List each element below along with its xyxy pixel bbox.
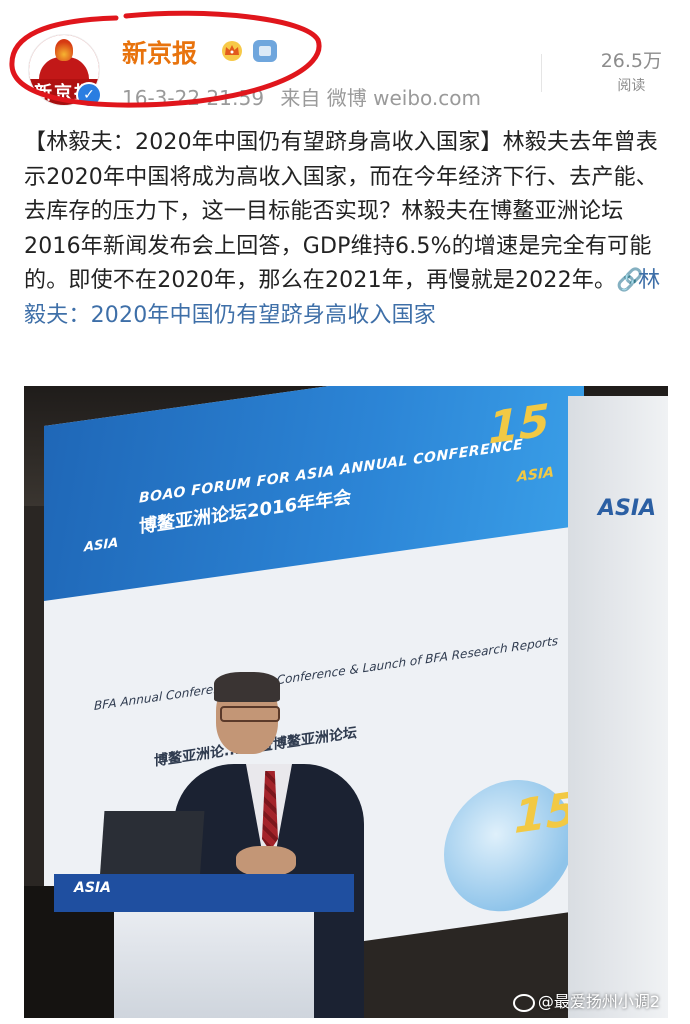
link-icon[interactable]: 🔗 [616, 264, 643, 299]
post-text: 【林毅夫：2020年中国仍有望跻身高收入国家】林毅夫去年曾表示2020年中国将成… [24, 130, 658, 293]
post-meta: 16-3-22 21:59 来自 微博 weibo.com [122, 82, 491, 111]
screen-banner: ASIA BOAO FORUM FOR ASIA ANNUAL CONFEREN… [44, 386, 584, 601]
username[interactable]: 新京报 [122, 34, 197, 70]
read-count-label: 阅读 [617, 78, 646, 94]
verified-icon: ✓ [76, 82, 102, 108]
post-photo[interactable]: ASIA BOAO FORUM FOR ASIA ANNUAL CONFEREN… [24, 386, 668, 1018]
read-count-value: 26.5万 [600, 50, 662, 72]
speaker-hands [236, 846, 296, 876]
banner-logo: ASIA [84, 535, 119, 556]
post-header: 新京报 ✓ 新京报 16-3-22 21:59 来自 微博 weibo.com … [0, 0, 690, 120]
side-panel: ASIA [568, 396, 668, 1018]
read-count: 26.5万 阅读 [601, 46, 662, 95]
member-icon[interactable] [253, 40, 277, 62]
post-body: 【林毅夫：2020年中国仍有望跻身高收入国家】林毅夫去年曾表示2020年中国将成… [24, 126, 670, 333]
side-panel-logo: ASIA [598, 496, 657, 521]
speaker-glasses [220, 706, 280, 722]
podium-logo: ASIA [74, 880, 111, 896]
source[interactable]: 来自 微博 weibo.com [280, 86, 481, 110]
laptop [99, 811, 205, 881]
divider [541, 54, 542, 92]
watermark: @最爱扬州小调2 [512, 988, 660, 1012]
speaker-hair [214, 672, 280, 702]
crown-icon[interactable] [219, 40, 245, 62]
weibo-icon [512, 993, 535, 1012]
watermark-text: @最爱扬州小调2 [537, 992, 660, 1011]
flame-icon [55, 39, 73, 61]
timestamp: 16-3-22 21:59 [122, 86, 265, 110]
podium-body [114, 912, 314, 1018]
